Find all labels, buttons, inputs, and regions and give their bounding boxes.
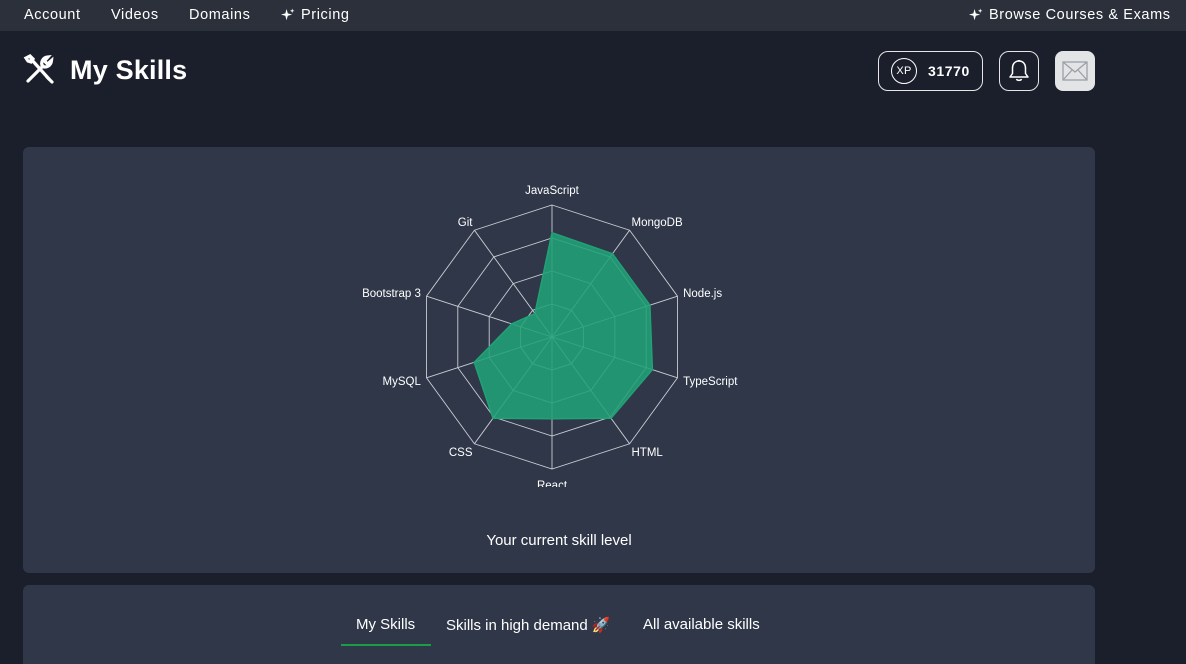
messages-button[interactable] xyxy=(1055,51,1095,91)
radar-axis-label: Git xyxy=(458,217,474,229)
nav-pricing-label: Pricing xyxy=(301,7,350,23)
nav-account-link[interactable]: Account xyxy=(24,7,81,23)
active-tab-indicator xyxy=(341,644,431,646)
envelope-icon xyxy=(1062,61,1088,81)
radar-skill-area xyxy=(473,231,654,420)
page-title: My Skills xyxy=(70,54,188,85)
browse-courses-link[interactable]: Browse Courses & Exams xyxy=(968,7,1171,23)
notifications-button[interactable] xyxy=(999,51,1039,91)
tools-icon xyxy=(23,54,54,84)
tab-skills-high-demand[interactable]: Skills in high demand 🚀 xyxy=(446,616,611,634)
tab-my-skills[interactable]: My Skills xyxy=(356,616,415,633)
xp-value: 31770 xyxy=(928,63,970,79)
skill-radar-chart: JavaScript MongoDB Node.js TypeScript HTML Re… xyxy=(362,185,738,487)
browse-courses-label: Browse Courses & Exams xyxy=(989,7,1171,23)
radar-axis-label: MongoDB xyxy=(632,217,683,229)
nav-videos-link[interactable]: Videos xyxy=(111,7,159,23)
skill-chart-panel: JavaScript MongoDB Node.js TypeScript HTML Re… xyxy=(23,147,1095,573)
radar-axis-label: HTML xyxy=(632,447,664,459)
radar-axis-label: Node.js xyxy=(683,288,722,300)
sparkle-icon xyxy=(968,7,983,20)
radar-axis-label: CSS xyxy=(449,447,473,459)
nav-domains-link[interactable]: Domains xyxy=(189,7,250,23)
sparkle-icon xyxy=(280,7,295,20)
bell-icon xyxy=(1009,60,1029,82)
chart-caption: Your current skill level xyxy=(486,532,632,549)
nav-pricing-link[interactable]: Pricing xyxy=(280,7,350,23)
top-nav: Account Videos Domains Pricing Browse Co… xyxy=(0,0,1186,31)
xp-badge-icon: XP xyxy=(891,58,917,84)
radar-axis-label: MySQL xyxy=(383,376,422,388)
radar-axis-label: Bootstrap 3 xyxy=(362,288,421,300)
page-header: My Skills xyxy=(22,52,187,88)
radar-axis-label: TypeScript xyxy=(683,376,738,388)
radar-axis-label: React xyxy=(537,480,568,487)
xp-counter-button[interactable]: XP 31770 xyxy=(878,51,983,91)
skills-tabs-panel: My Skills Skills in high demand 🚀 All av… xyxy=(23,585,1095,664)
tab-all-skills[interactable]: All available skills xyxy=(643,616,760,633)
radar-axis-label: JavaScript xyxy=(525,185,579,197)
